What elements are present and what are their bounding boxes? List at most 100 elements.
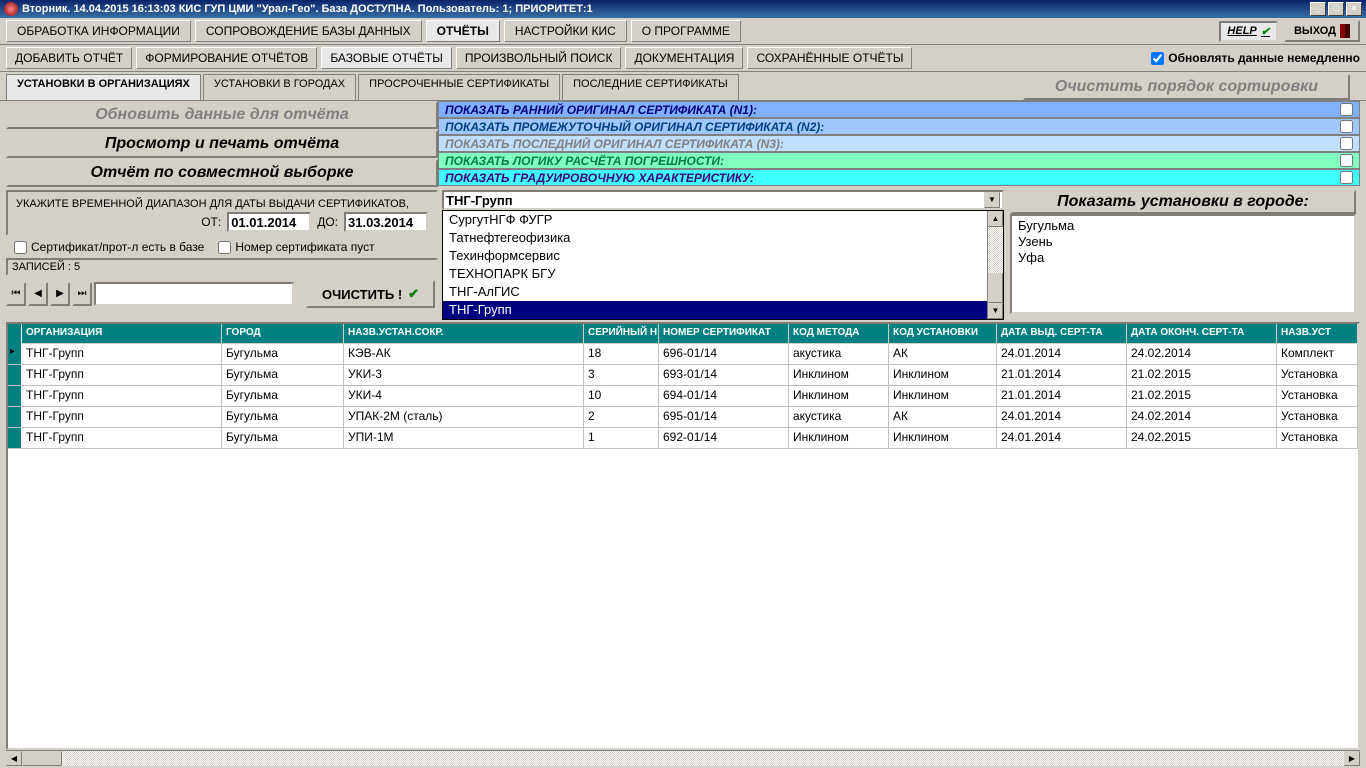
cell[interactable]: 18 (584, 344, 659, 364)
cell[interactable]: Бугульма (222, 386, 344, 406)
cell[interactable]: 693-01/14 (659, 365, 789, 385)
cell[interactable]: 24.01.2014 (997, 407, 1127, 427)
cities-list[interactable]: Бугульма Узень Уфа (1010, 214, 1356, 314)
clear-sort-button[interactable]: Очистить порядок сортировки (1023, 74, 1350, 100)
show-grad-checkbox[interactable] (1340, 171, 1353, 184)
col-org[interactable]: ОРГАНИЗАЦИЯ (22, 324, 222, 344)
cell[interactable]: 695-01/14 (659, 407, 789, 427)
joint-report-button[interactable]: Отчёт по совместной выборке (6, 159, 438, 187)
scroll-right-icon[interactable]: ▶ (1344, 751, 1360, 766)
dropdown-item[interactable]: ТЕХНОПАРК БГУ (443, 265, 987, 283)
nav-search-input[interactable] (94, 282, 294, 306)
table-row[interactable]: ТНГ-ГруппБугульмаУКИ-410694-01/14Инклино… (8, 386, 1358, 407)
tab-org[interactable]: УСТАНОВКИ В ОРГАНИЗАЦИЯХ (6, 74, 201, 100)
cell[interactable]: Бугульма (222, 407, 344, 427)
col-date-issue[interactable]: ДАТА ВЫД. СЕРТ-ТА (997, 324, 1127, 344)
dropdown-item[interactable]: Техинформсервис (443, 247, 987, 265)
tab-last[interactable]: ПОСЛЕДНИЕ СЕРТИФИКАТЫ (562, 74, 739, 100)
sub-search[interactable]: ПРОИЗВОЛЬНЫЙ ПОИСК (456, 47, 622, 69)
cert-empty-checkbox[interactable] (218, 241, 231, 254)
cert-in-db-checkbox[interactable] (14, 241, 27, 254)
hscroll-thumb[interactable] (22, 751, 62, 766)
col-method[interactable]: КОД МЕТОДА (789, 324, 889, 344)
cell[interactable]: ТНГ-Групп (22, 386, 222, 406)
tab-expired[interactable]: ПРОСРОЧЕННЫЕ СЕРТИФИКАТЫ (358, 74, 560, 100)
cell[interactable]: 21.02.2015 (1127, 365, 1277, 385)
cell[interactable]: Установка (1277, 407, 1358, 427)
refresh-immediately[interactable]: Обновлять данные немедленно (1151, 51, 1360, 65)
cell[interactable]: ТНГ-Групп (22, 407, 222, 427)
help-button[interactable]: HELP✔ (1219, 21, 1278, 42)
dropdown-item[interactable]: Татнефтегеофизика (443, 229, 987, 247)
cert-empty-check[interactable]: Номер сертификата пуст (218, 240, 374, 254)
cell[interactable]: 694-01/14 (659, 386, 789, 406)
col-ust[interactable]: НАЗВ.УСТАН.СОКР. (344, 324, 584, 344)
cell[interactable]: 3 (584, 365, 659, 385)
table-row[interactable]: ТНГ-ГруппБугульмаКЭВ-АК18696-01/14акусти… (8, 344, 1358, 365)
table-row[interactable]: ТНГ-ГруппБугульмаУПИ-1М1692-01/14Инклино… (8, 428, 1358, 449)
cell[interactable]: Инклином (889, 386, 997, 406)
cell[interactable]: 24.02.2015 (1127, 428, 1277, 448)
org-combo[interactable]: ТНГ-Групп ▼ (442, 190, 1004, 210)
cell[interactable]: 2 (584, 407, 659, 427)
scroll-left-icon[interactable]: ◀ (6, 751, 22, 766)
cert-in-db-check[interactable]: Сертификат/прот-л есть в базе (14, 240, 204, 254)
table-row[interactable]: ТНГ-ГруппБугульмаУКИ-33693-01/14 Инклином… (8, 365, 1358, 386)
from-date-input[interactable] (227, 212, 311, 232)
cell[interactable]: 10 (584, 386, 659, 406)
menu-about[interactable]: О ПРОГРАММЕ (631, 20, 741, 42)
cell[interactable]: АК (889, 407, 997, 427)
cell[interactable]: Установка (1277, 365, 1358, 385)
cell[interactable]: Бугульма (222, 428, 344, 448)
sub-docs[interactable]: ДОКУМЕНТАЦИЯ (625, 47, 743, 69)
cell[interactable]: Инклином (889, 365, 997, 385)
cell[interactable]: АК (889, 344, 997, 364)
dropdown-item[interactable]: СургутНГФ ФУГР (443, 211, 987, 229)
cell[interactable]: ТНГ-Групп (22, 344, 222, 364)
minimize-button[interactable]: _ (1310, 2, 1326, 16)
col-city[interactable]: ГОРОД (222, 324, 344, 344)
clear-button[interactable]: ОЧИСТИТЬ !✔ (306, 280, 435, 308)
nav-first[interactable]: ⏮ (6, 282, 26, 306)
exit-button[interactable]: ВЫХОД (1284, 20, 1360, 42)
cell[interactable]: 21.02.2015 (1127, 386, 1277, 406)
horizontal-scrollbar[interactable]: ◀ ▶ (6, 750, 1360, 766)
cell[interactable]: УКИ-4 (344, 386, 584, 406)
menu-settings[interactable]: НАСТРОЙКИ КИС (504, 20, 627, 42)
cell[interactable]: Инклином (789, 386, 889, 406)
cell[interactable]: Установка (1277, 386, 1358, 406)
dropdown-item-selected[interactable]: ТНГ-Групп (443, 301, 987, 319)
col-nazv[interactable]: НАЗВ.УСТ (1277, 324, 1358, 344)
cell[interactable]: Бугульма (222, 344, 344, 364)
menu-reports[interactable]: ОТЧЁТЫ (426, 20, 500, 42)
scroll-up-icon[interactable]: ▲ (988, 211, 1003, 227)
cell[interactable]: 24.02.2014 (1127, 344, 1277, 364)
scroll-thumb[interactable] (988, 273, 1003, 303)
preview-print-button[interactable]: Просмотр и печать отчёта (6, 130, 438, 158)
show-n3-checkbox[interactable] (1340, 137, 1353, 150)
cell[interactable]: акустика (789, 407, 889, 427)
cell[interactable]: Установка (1277, 428, 1358, 448)
nav-prev[interactable]: ◀ (28, 282, 48, 306)
cell[interactable]: Инклином (789, 428, 889, 448)
cell[interactable]: Бугульма (222, 365, 344, 385)
refresh-report-button[interactable]: Обновить данные для отчёта (6, 101, 438, 129)
tab-city[interactable]: УСТАНОВКИ В ГОРОДАХ (203, 74, 356, 100)
dropdown-item[interactable]: ТНГ-АлГИС (443, 283, 987, 301)
col-kod[interactable]: КОД УСТАНОВКИ (889, 324, 997, 344)
city-item[interactable]: Бугульма (1018, 218, 1348, 234)
cell[interactable]: 24.02.2014 (1127, 407, 1277, 427)
show-n2-checkbox[interactable] (1340, 120, 1353, 133)
cell[interactable]: акустика (789, 344, 889, 364)
cell[interactable]: УКИ-3 (344, 365, 584, 385)
show-logic-checkbox[interactable] (1340, 154, 1353, 167)
to-date-input[interactable] (344, 212, 428, 232)
cell[interactable]: ТНГ-Групп (22, 365, 222, 385)
cell[interactable]: Инклином (889, 428, 997, 448)
menu-dbsupport[interactable]: СОПРОВОЖДЕНИЕ БАЗЫ ДАННЫХ (195, 20, 422, 42)
cell[interactable]: ТНГ-Групп (22, 428, 222, 448)
cell[interactable]: 21.01.2014 (997, 365, 1127, 385)
dropdown-arrow-icon[interactable]: ▼ (984, 192, 1000, 208)
nav-next[interactable]: ▶ (50, 282, 70, 306)
cell[interactable]: 24.01.2014 (997, 428, 1127, 448)
